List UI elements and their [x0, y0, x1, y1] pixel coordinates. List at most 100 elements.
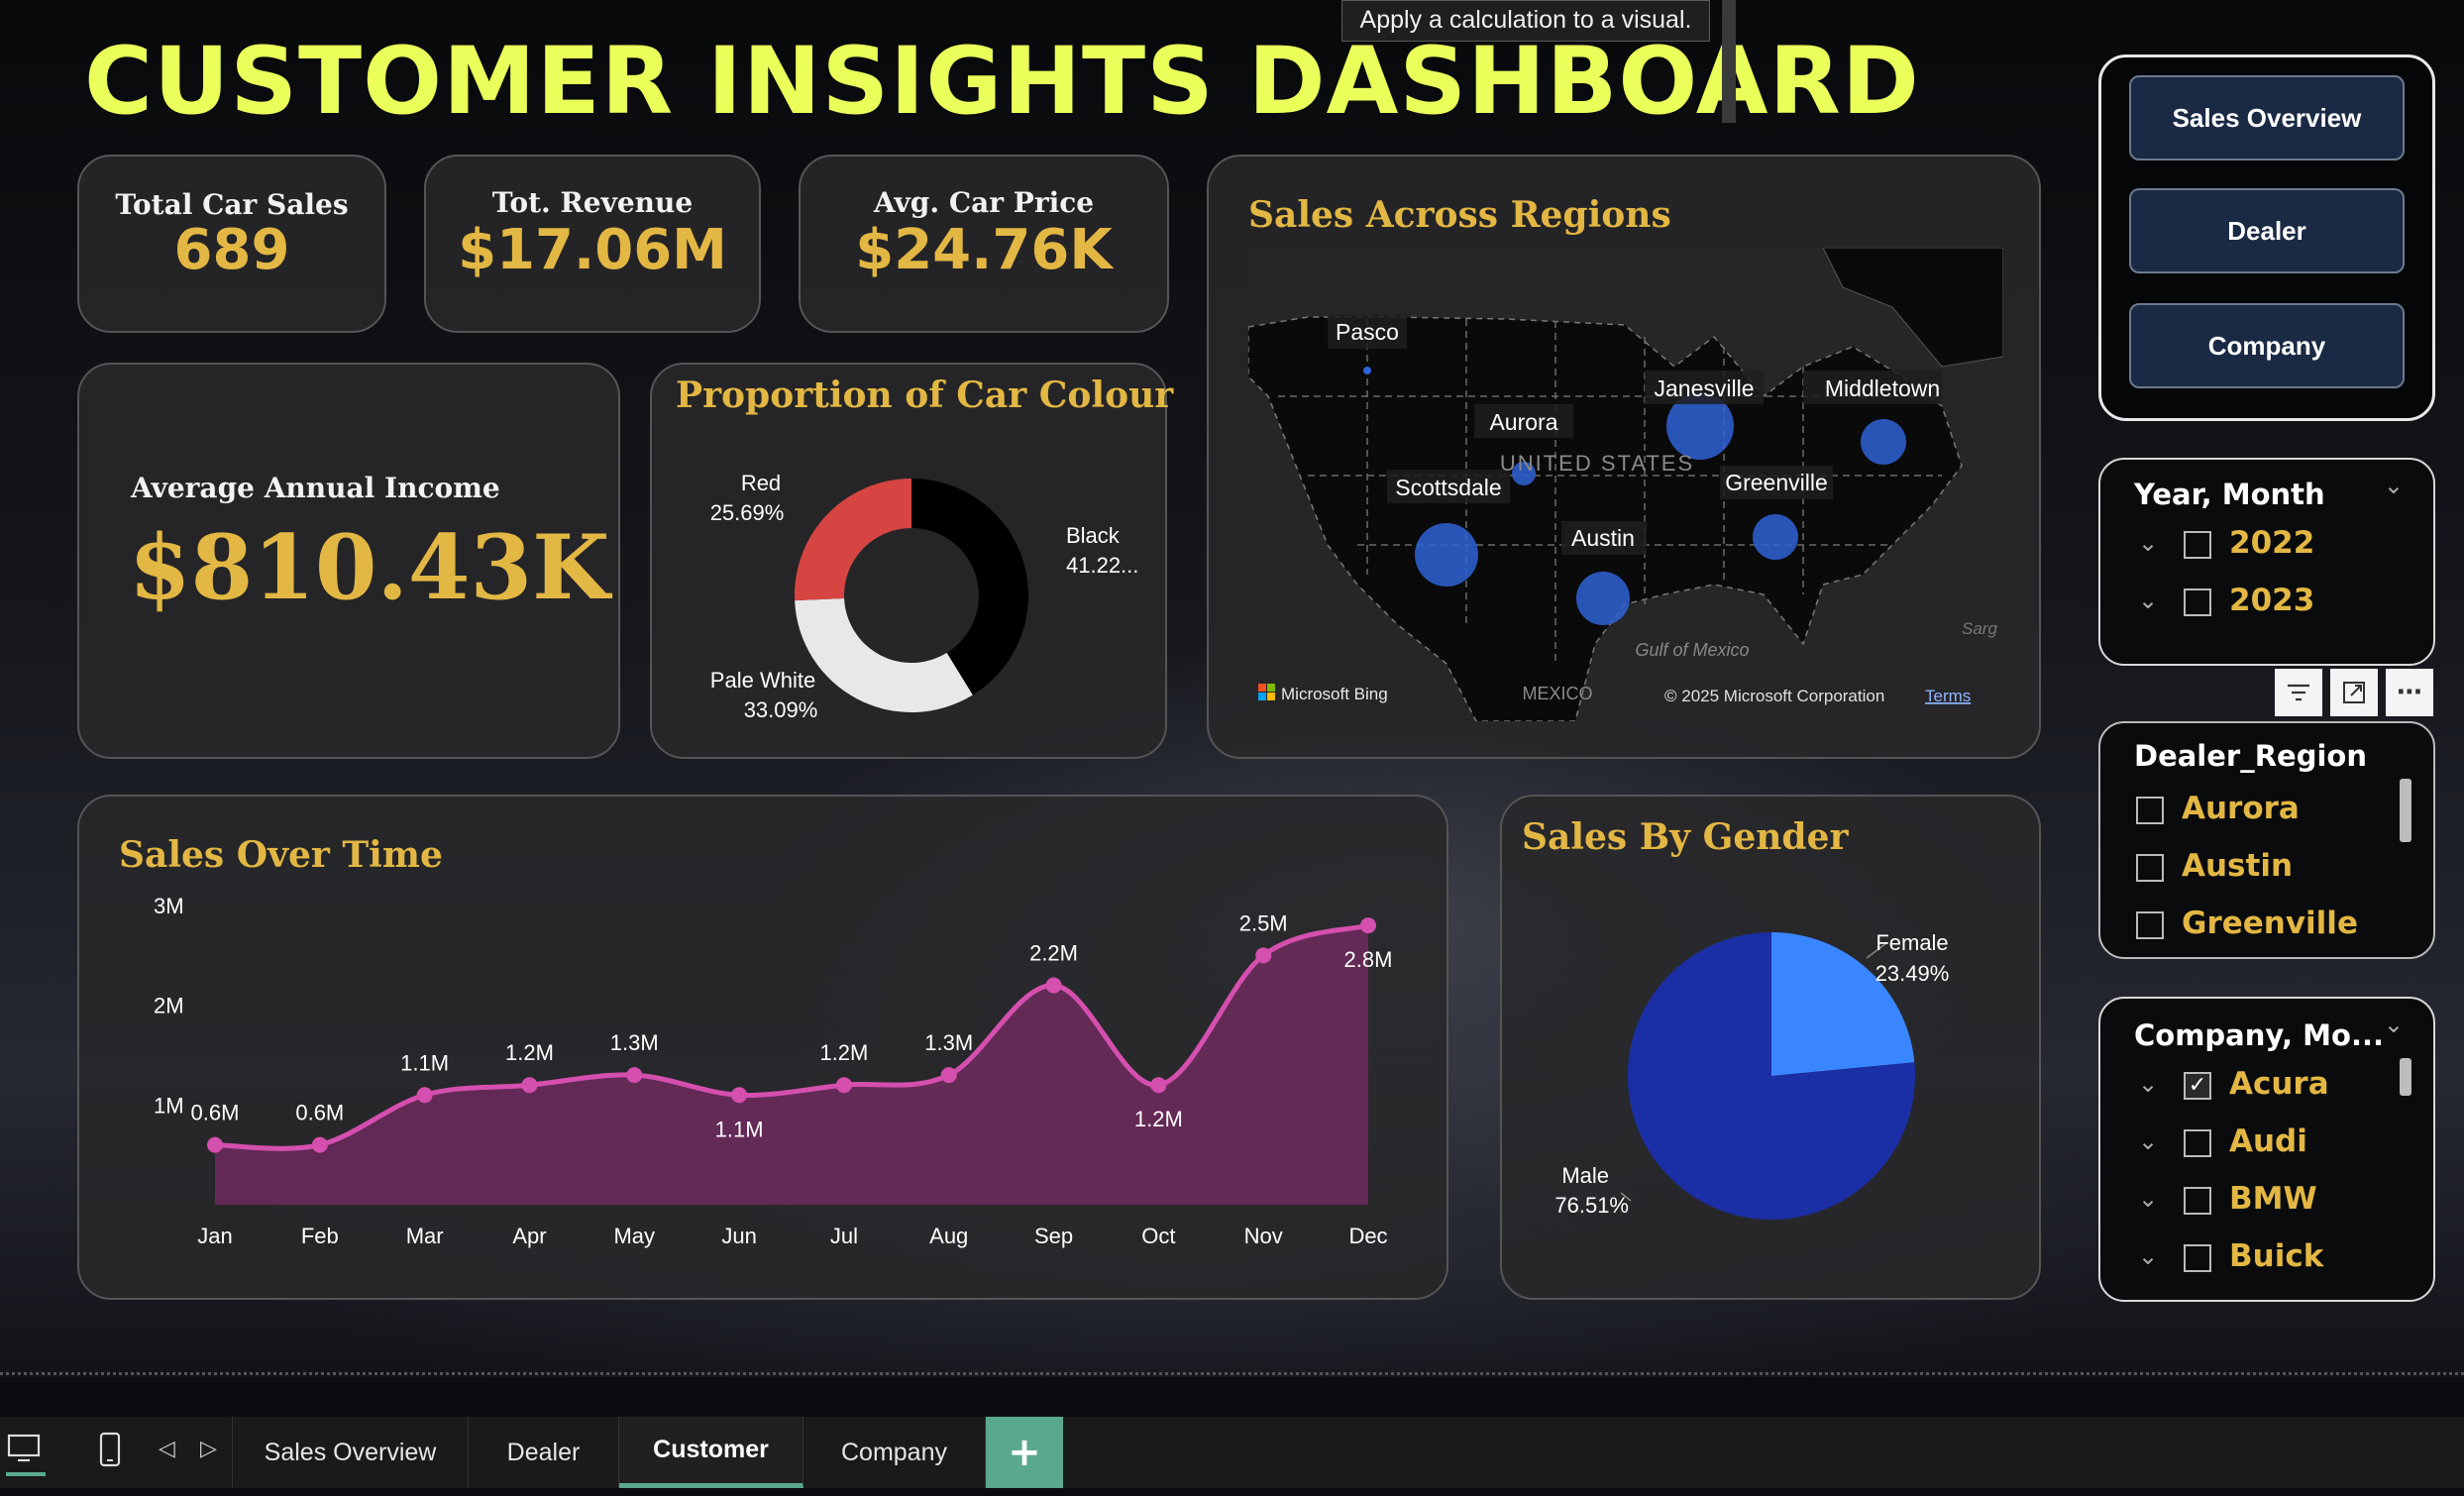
bubble-greenville: [1753, 514, 1798, 560]
colour-chart-card[interactable]: Proportion of Car Colour Red 25.69% Blac…: [650, 363, 1173, 759]
slicer-item-label: Buick: [2229, 1238, 2324, 1274]
x-tick-label: Aug: [929, 1224, 968, 1248]
tab-company[interactable]: Company: [803, 1417, 986, 1488]
next-page-icon[interactable]: ▷: [200, 1437, 217, 1461]
checkbox[interactable]: [2184, 1244, 2211, 1272]
expand-chevron-icon[interactable]: ⌄: [2138, 529, 2158, 557]
checkbox[interactable]: [2136, 854, 2164, 882]
checkbox[interactable]: [2136, 797, 2164, 824]
data-point[interactable]: [207, 1136, 223, 1153]
income-card[interactable]: Average Annual Income $810.43K: [77, 363, 620, 759]
slicer-item-acura[interactable]: ⌄ ✓ Acura: [2100, 1066, 2398, 1110]
expand-chevron-icon[interactable]: ⌄: [2138, 587, 2158, 614]
tab-dealer[interactable]: Dealer: [469, 1417, 619, 1488]
map-label-aurora: Aurora: [1489, 409, 1557, 435]
dealer-region-slicer[interactable]: Dealer_Region Aurora Austin Greenville: [2098, 721, 2435, 959]
expand-chevron-icon[interactable]: ⌄: [2138, 1070, 2158, 1098]
income-value: $810.43K: [129, 515, 610, 620]
desktop-view-icon[interactable]: [6, 1433, 46, 1476]
checkbox-checked[interactable]: ✓: [2184, 1072, 2211, 1100]
data-point[interactable]: [1150, 1077, 1167, 1094]
data-point[interactable]: [416, 1087, 433, 1104]
nav-button-company[interactable]: Company: [2129, 303, 2405, 388]
data-point[interactable]: [940, 1067, 957, 1084]
slicer-item-greenville[interactable]: Greenville: [2100, 906, 2398, 949]
checkbox[interactable]: [2184, 1187, 2211, 1215]
data-point[interactable]: [731, 1087, 748, 1104]
x-tick-label: May: [613, 1224, 655, 1248]
kpi-value: $24.76K: [855, 218, 1113, 282]
data-point[interactable]: [835, 1077, 852, 1094]
map-terms-link[interactable]: Terms: [1925, 687, 1971, 705]
canvas-bottom-border: [0, 1372, 2464, 1375]
more-options-icon[interactable]: ⋯: [2386, 669, 2433, 716]
donut-label-black-name: Black: [1066, 523, 1121, 548]
x-tick-label: Jun: [721, 1224, 756, 1248]
donut-slice-pale-white[interactable]: [795, 597, 973, 712]
map-label-janesville: Janesville: [1655, 375, 1755, 401]
data-label: 0.6M: [191, 1101, 240, 1125]
slicer-item-label: Audi: [2229, 1123, 2307, 1159]
map-card[interactable]: Sales Across Regions Pasco Janesville Mi…: [1207, 155, 2041, 759]
y-tick-label: 1M: [154, 1093, 184, 1118]
sales-over-time-card[interactable]: Sales Over Time 1M 2M 3M 0.6M Jan 0.6M Feb 1.1M…: [77, 795, 1448, 1300]
slicer-item-aurora[interactable]: Aurora: [2100, 791, 2398, 834]
kpi-label: Total Car Sales: [115, 188, 349, 221]
map-label-scottsdale: Scottsdale: [1395, 475, 1501, 500]
y-tick-label: 2M: [154, 994, 184, 1018]
slicer-item-austin[interactable]: Austin: [2100, 848, 2398, 892]
data-point[interactable]: [1045, 977, 1062, 994]
data-label: 2.5M: [1239, 910, 1288, 935]
pie-label-female-value: 23.49%: [1875, 961, 1950, 986]
year-month-slicer[interactable]: Year, Month ⌄ ⌄ 2022 ⌄ 2023: [2098, 458, 2435, 666]
map-copyright: © 2025 Microsoft Corporation: [1664, 687, 1884, 705]
company-model-slicer[interactable]: Company, Mo... ⌄ ⌄ ✓ Acura ⌄ Audi ⌄ BMW …: [2098, 997, 2435, 1302]
kpi-card-avg-price[interactable]: Avg. Car Price $24.76K: [799, 155, 1169, 333]
nav-button-dealer[interactable]: Dealer: [2129, 188, 2405, 273]
x-tick-label: Nov: [1244, 1224, 1283, 1248]
expand-chevron-icon[interactable]: ⌄: [2138, 1127, 2158, 1155]
data-point[interactable]: [626, 1067, 643, 1084]
expand-chevron-icon[interactable]: ⌄: [2138, 1242, 2158, 1270]
x-tick-label: Mar: [406, 1224, 444, 1248]
map-label-austin: Austin: [1571, 525, 1635, 551]
checkbox[interactable]: [2136, 911, 2164, 939]
data-point[interactable]: [311, 1136, 328, 1153]
scrollbar-thumb[interactable]: [2400, 779, 2411, 842]
kpi-card-total-sales[interactable]: Total Car Sales 689: [77, 155, 386, 333]
line-area: [215, 925, 1368, 1205]
data-point[interactable]: [1360, 917, 1376, 934]
slicer-item-2023[interactable]: ⌄ 2023: [2100, 583, 2398, 626]
slicer-item-buick[interactable]: ⌄ Buick: [2100, 1238, 2398, 1282]
mobile-view-icon[interactable]: [97, 1431, 123, 1474]
kpi-card-revenue[interactable]: Tot. Revenue $17.06M: [424, 155, 761, 333]
filter-icon[interactable]: [2275, 669, 2322, 716]
tab-sales-overview[interactable]: Sales Overview: [233, 1417, 469, 1488]
donut-label-red-value: 25.69%: [710, 500, 785, 525]
prev-page-icon[interactable]: ◁: [159, 1437, 175, 1461]
nav-button-sales-overview[interactable]: Sales Overview: [2129, 75, 2405, 160]
page-tab-bar: ◁ ▷ Sales Overview Dealer Customer Compa…: [0, 1417, 2464, 1488]
data-point[interactable]: [521, 1077, 538, 1094]
scrollbar-thumb[interactable]: [2400, 1058, 2411, 1096]
chevron-down-icon[interactable]: ⌄: [2384, 1011, 2404, 1038]
map-label-middletown: Middletown: [1825, 375, 1940, 401]
expand-chevron-icon[interactable]: ⌄: [2138, 1185, 2158, 1213]
add-page-button[interactable]: +: [986, 1417, 1063, 1488]
slicer-item-bmw[interactable]: ⌄ BMW: [2100, 1181, 2398, 1225]
slicer-item-2022[interactable]: ⌄ 2022: [2100, 525, 2398, 569]
kpi-value: 689: [173, 218, 290, 282]
data-point[interactable]: [1255, 947, 1272, 964]
tab-customer[interactable]: Customer: [619, 1417, 803, 1488]
donut-slice-red[interactable]: [795, 478, 911, 601]
checkbox[interactable]: [2184, 531, 2211, 559]
chevron-down-icon[interactable]: ⌄: [2384, 472, 2404, 499]
map-mexico-label: MEXICO: [1522, 684, 1592, 703]
checkbox[interactable]: [2184, 1129, 2211, 1157]
gender-chart-card[interactable]: Sales By Gender Female 23.49% Male 76.51…: [1500, 795, 2041, 1300]
checkbox[interactable]: [2184, 588, 2211, 616]
line-chart: 1M 2M 3M 0.6M Jan 0.6M Feb 1.1M Mar 1.2M Apr 1.3M Ma…: [154, 894, 1392, 1248]
slicer-item-audi[interactable]: ⌄ Audi: [2100, 1123, 2398, 1167]
focus-mode-icon[interactable]: [2330, 669, 2378, 716]
map-view[interactable]: Pasco Janesville Middletown Aurora Scott…: [1248, 248, 2003, 721]
